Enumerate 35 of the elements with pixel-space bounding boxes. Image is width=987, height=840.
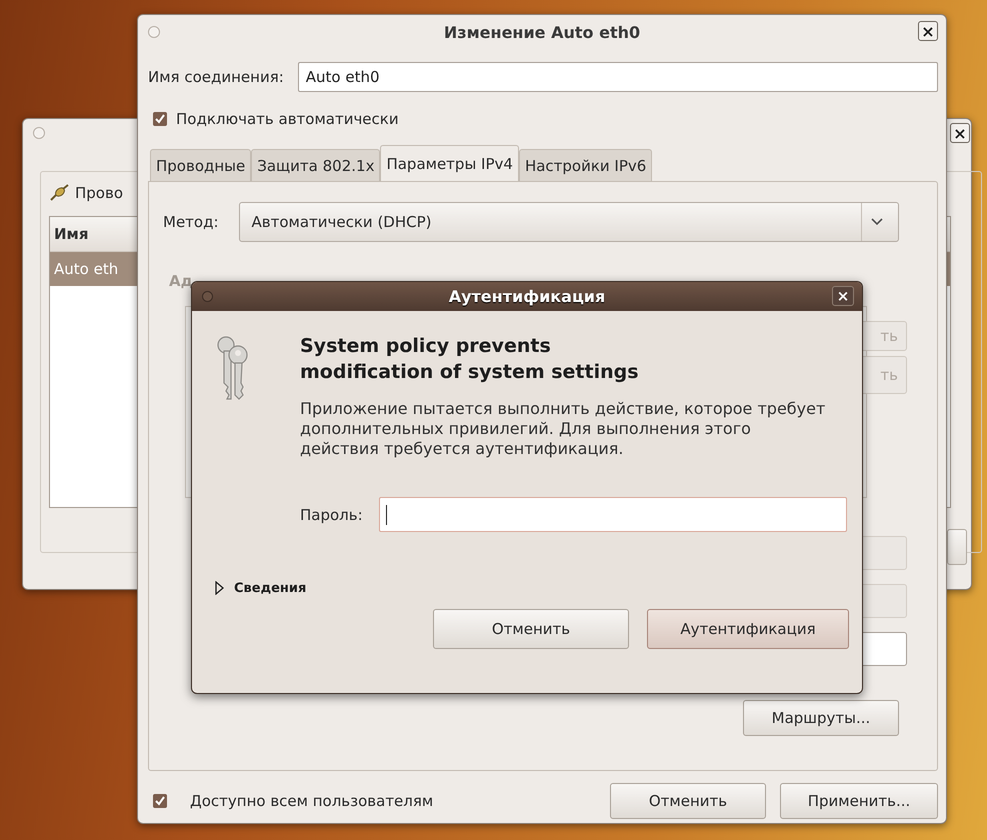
section-heading: Ад: [169, 272, 193, 290]
checkbox[interactable]: [153, 112, 167, 126]
apply-button[interactable]: Применить...: [780, 783, 938, 819]
method-dropdown[interactable]: Автоматически (DHCP): [238, 202, 899, 242]
tab[interactable]: Проводные: [150, 149, 252, 181]
close-button[interactable]: ×: [950, 123, 970, 143]
input-field[interactable]: Auto eth0: [298, 62, 938, 92]
field-label: Метод:: [163, 213, 219, 231]
tab[interactable]: Настройки IPv6: [518, 149, 652, 181]
window-menu-icon[interactable]: [33, 127, 45, 139]
authenticate-button[interactable]: Аутентификация: [647, 609, 849, 649]
checkbox[interactable]: [153, 794, 167, 808]
dialog-message: Приложение пытается выполнить действие, которое требует дополнительных привилегий. Для выполнения этого действия требуется аутентификация.: [300, 399, 826, 459]
routes-button[interactable]: Маршруты...: [743, 700, 899, 736]
field-label: Имя соединения:: [148, 68, 284, 86]
checkbox-label[interactable]: Подключать автоматически: [176, 110, 399, 128]
chevron-down-icon: [871, 218, 883, 226]
details-expander[interactable]: Сведения: [214, 576, 862, 600]
tab-label[interactable]: Прово: [75, 184, 123, 202]
plug-icon: [49, 184, 69, 202]
dialog-title: Аутентификация: [448, 287, 606, 306]
button-edge[interactable]: [947, 529, 967, 565]
dialog-heading: System policy prevents modification of system settings: [300, 334, 640, 385]
cancel-button[interactable]: Отменить: [610, 783, 766, 819]
cancel-button[interactable]: Отменить: [433, 609, 629, 649]
checkbox-label[interactable]: Доступно всем пользователям: [190, 792, 596, 810]
tab[interactable]: Защита 802.1x: [251, 149, 380, 181]
close-button[interactable]: ×: [918, 21, 938, 41]
field-label: Пароль:: [300, 506, 363, 524]
window-menu-icon[interactable]: [148, 26, 160, 38]
tab[interactable]: Параметры IPv4: [380, 145, 519, 182]
close-button[interactable]: ×: [832, 286, 854, 306]
password-field[interactable]: [378, 497, 847, 532]
window-title: Изменение Auto eth0: [444, 22, 640, 42]
window-menu-icon[interactable]: [202, 291, 213, 302]
